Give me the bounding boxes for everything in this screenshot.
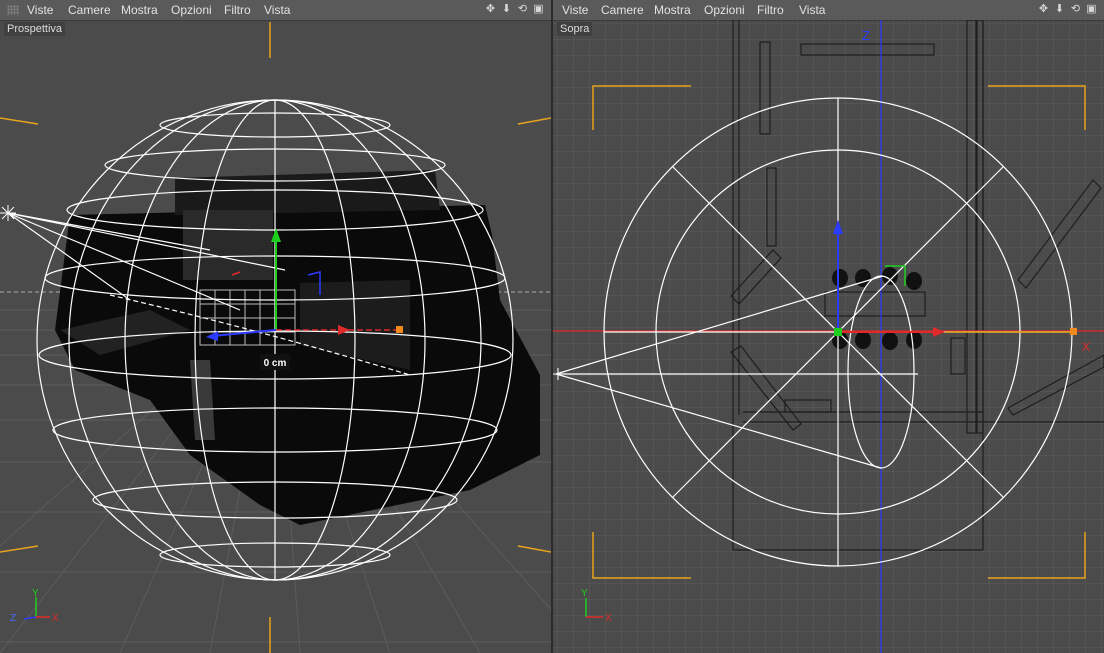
gizmo-x-handle <box>1070 328 1077 335</box>
move-icon[interactable]: ✥ <box>484 2 497 17</box>
rotate-icon[interactable]: ⟲ <box>1069 2 1082 17</box>
arrow-down-icon[interactable]: ⬇ <box>1053 2 1066 17</box>
menu-vista[interactable]: Vista <box>799 3 825 17</box>
view-label-prospettiva: Prospettiva <box>4 22 66 36</box>
menu-viste[interactable]: Viste <box>27 3 53 17</box>
move-icon[interactable]: ✥ <box>1037 2 1050 17</box>
floor-grid <box>553 20 1104 653</box>
axis-z-label: Z <box>10 613 16 624</box>
viewport-menubar: Viste Camere Mostra Opzioni Filtro Vista… <box>553 0 1104 21</box>
menu-viste[interactable]: Viste <box>562 3 588 17</box>
menu-filtro[interactable]: Filtro <box>224 3 251 17</box>
menu-mostra[interactable]: Mostra <box>121 3 158 17</box>
axis-y-label: Y <box>32 588 39 599</box>
menu-camere[interactable]: Camere <box>601 3 644 17</box>
viewport-perspective[interactable]: Viste Camere Mostra Opzioni Filtro Vista… <box>0 0 551 653</box>
gizmo-center <box>834 328 842 336</box>
arrow-down-icon[interactable]: ⬇ <box>500 2 513 17</box>
z-axis-label: Z <box>862 28 870 43</box>
view-label-sopra: Sopra <box>557 22 593 36</box>
perspective-canvas[interactable]: 0 cm Y Z X <box>0 20 551 653</box>
drag-grip-icon[interactable] <box>7 5 19 15</box>
x-axis-label: X <box>1082 340 1090 354</box>
scene-model <box>55 170 540 525</box>
axis-indicator: Y Z X <box>10 588 59 624</box>
menu-opzioni[interactable]: Opzioni <box>704 3 745 17</box>
maximize-icon[interactable]: ▣ <box>532 2 545 17</box>
distance-label: 0 cm <box>264 358 287 369</box>
menu-camere[interactable]: Camere <box>68 3 111 17</box>
menu-opzioni[interactable]: Opzioni <box>171 3 212 17</box>
light-source-icon <box>0 205 16 221</box>
viewport-menubar: Viste Camere Mostra Opzioni Filtro Vista… <box>0 0 551 21</box>
axis-x-label: X <box>605 613 612 624</box>
viewport-top[interactable]: Viste Camere Mostra Opzioni Filtro Vista… <box>553 0 1104 653</box>
top-canvas[interactable]: Z X Y X <box>553 20 1104 653</box>
maximize-icon[interactable]: ▣ <box>1085 2 1098 17</box>
axis-x-label: X <box>52 613 59 624</box>
menu-filtro[interactable]: Filtro <box>757 3 784 17</box>
menu-mostra[interactable]: Mostra <box>654 3 691 17</box>
menu-vista[interactable]: Vista <box>264 3 290 17</box>
gizmo-x-handle <box>396 326 403 333</box>
axis-y-label: Y <box>581 588 588 599</box>
rotate-icon[interactable]: ⟲ <box>516 2 529 17</box>
